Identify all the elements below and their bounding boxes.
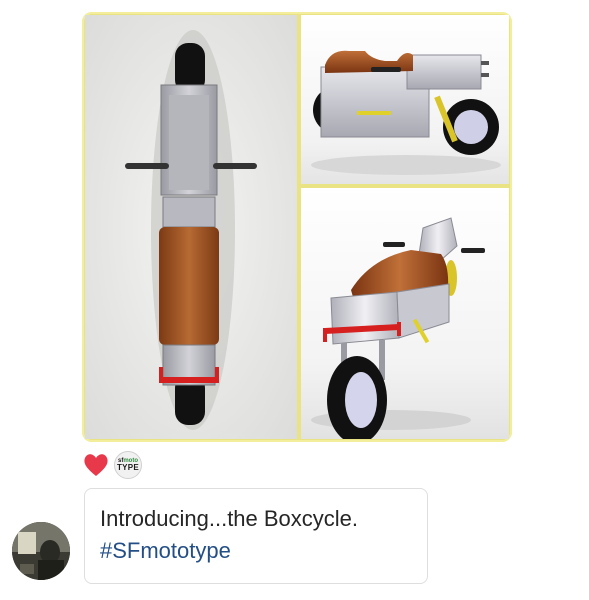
image-panel-side-view xyxy=(301,15,509,184)
heart-icon[interactable] xyxy=(82,451,110,479)
hashtag-link[interactable]: #SFmototype xyxy=(100,535,412,567)
comment-text: Introducing...the Boxcycle. xyxy=(100,506,359,531)
image-panel-front-view xyxy=(301,188,509,439)
comment-bubble: Introducing...the Boxcycle. #SFmototype xyxy=(84,488,428,584)
image-panel-top-view xyxy=(85,15,297,439)
reactor-avatar[interactable]: sfmoto TYPE xyxy=(114,451,142,479)
reactions-bar: sfmoto TYPE xyxy=(82,450,142,480)
reactor-avatar-line2: TYPE xyxy=(116,463,140,472)
post-media[interactable] xyxy=(82,12,512,442)
avatar-photo xyxy=(12,522,70,580)
user-avatar[interactable] xyxy=(12,522,70,580)
